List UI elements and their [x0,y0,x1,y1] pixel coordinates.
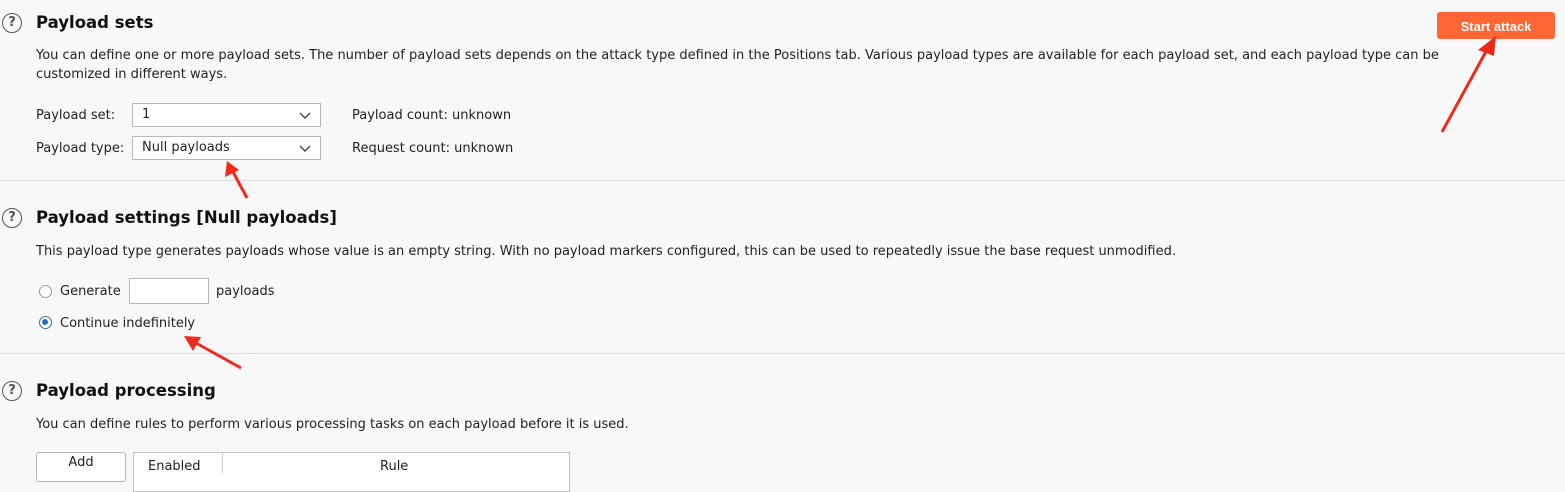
annotation-arrowhead [225,161,239,177]
payload-processing-heading: Payload processing [36,381,216,400]
column-header-rule[interactable]: Rule [380,459,408,474]
payload-processing-description: You can define rules to perform various … [36,417,629,432]
help-icon[interactable]: ? [2,208,22,228]
help-icon[interactable]: ? [2,13,22,33]
help-icon[interactable]: ? [2,381,22,401]
continue-indefinitely-radio[interactable] [39,316,52,329]
payload-set-select[interactable]: 1 [132,103,321,127]
description-line: You can define one or more payload sets.… [36,48,1439,63]
payload-sets-description: You can define one or more payload sets.… [36,46,1486,84]
processing-rules-table: Enabled Rule [133,452,570,492]
annotation-arrowhead [184,336,201,351]
chevron-down-icon [299,112,311,119]
payload-settings-description: This payload type generates payloads who… [36,244,1176,259]
column-separator [222,453,223,473]
section-divider [0,353,1565,354]
chevron-down-icon [299,145,311,152]
payload-type-value: Null payloads [142,140,230,155]
generate-count-input[interactable] [129,278,209,304]
payload-settings-heading: Payload settings [Null payloads] [36,208,337,227]
start-attack-button[interactable]: Start attack [1437,12,1555,39]
section-divider [0,180,1565,181]
column-header-enabled[interactable]: Enabled [148,459,201,474]
continue-indefinitely-label: Continue indefinitely [60,316,196,331]
payload-type-label: Payload type: [36,141,125,156]
generate-label: Generate [60,284,121,299]
request-count-text: Request count: unknown [352,141,514,156]
payload-count-text: Payload count: unknown [352,108,512,123]
annotation-arrow [230,169,249,199]
payloads-suffix-label: payloads [216,284,275,299]
generate-radio[interactable] [39,285,52,298]
description-line: customized in different ways. [36,67,228,82]
payload-type-select[interactable]: Null payloads [132,136,321,160]
payload-set-value: 1 [142,107,151,122]
annotation-arrow [195,341,242,370]
payload-set-label: Payload set: [36,108,116,123]
add-rule-button[interactable]: Add [36,452,126,482]
payload-sets-heading: Payload sets [36,13,154,32]
